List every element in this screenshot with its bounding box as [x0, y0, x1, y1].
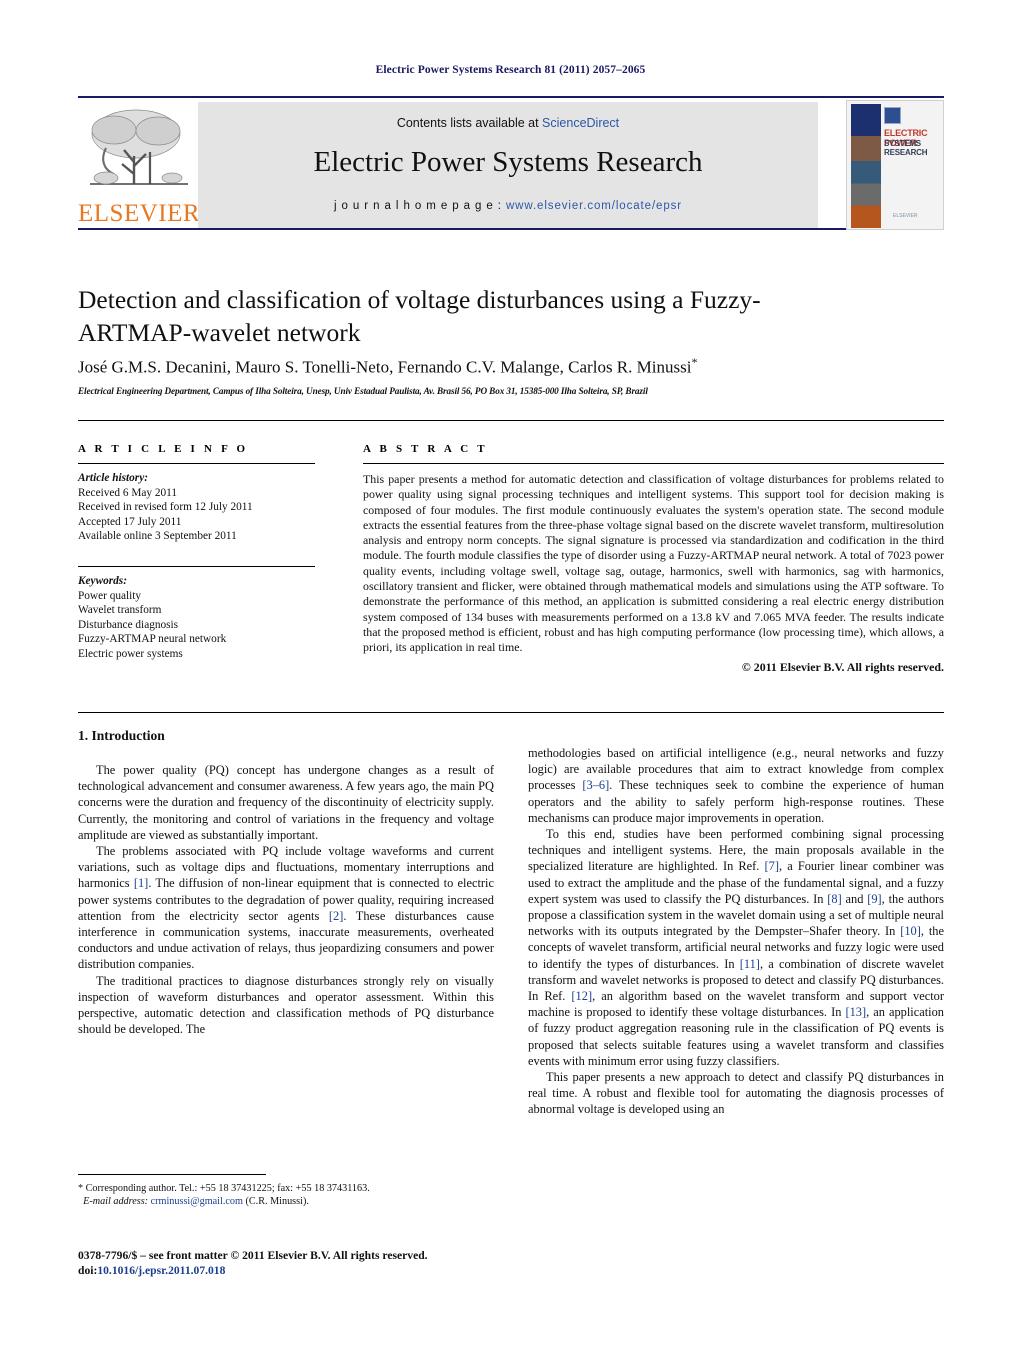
corresponding-author-note: * Corresponding author. Tel.: +55 18 374… [78, 1183, 370, 1194]
doi-label: doi: [78, 1264, 98, 1278]
keyword-item: Electric power systems [78, 647, 183, 660]
info-block-top-rule [78, 420, 944, 421]
doi-line: doi:10.1016/j.epsr.2011.07.018 [78, 1263, 508, 1278]
body-column-right: methodologies based on artificial intell… [528, 745, 944, 1118]
footnote-block: * Corresponding author. Tel.: +55 18 374… [78, 1182, 498, 1209]
keyword-item: Power quality [78, 589, 142, 602]
cover-title-line2: SYSTEMS RESEARCH [884, 139, 928, 157]
keywords-label: Keywords: [78, 574, 127, 587]
citation-link[interactable]: [10] [900, 924, 921, 938]
citation-link[interactable]: [1] [134, 876, 148, 890]
article-info-column: A R T I C L E I N F O Article history: R… [78, 443, 328, 662]
cover-publisher-label: ELSEVIER [893, 213, 918, 219]
cover-photo-strip [851, 104, 881, 228]
article-info-heading: A R T I C L E I N F O [78, 443, 249, 455]
keywords-rule [78, 565, 315, 567]
running-head: Electric Power Systems Research 81 (2011… [375, 64, 646, 76]
paragraph: methodologies based on artificial intell… [528, 746, 944, 825]
abstract-column: A B S T R A C T This paper presents a me… [363, 443, 944, 675]
article-history-block: Article history: Received 6 May 2011 Rec… [78, 471, 328, 544]
elsevier-logo: ELSEVIER [78, 102, 201, 228]
elsevier-tree-icon [90, 109, 188, 185]
section-heading-introduction: 1. Introduction [78, 728, 165, 743]
paragraph: To this end, studies have been performed… [528, 827, 945, 1068]
info-block-bottom-rule [78, 712, 944, 713]
corresponding-author-marker: * [691, 355, 698, 369]
homepage-url-link[interactable]: www.elsevier.com/locate/epsr [506, 200, 682, 212]
citation-link[interactable]: [3–6] [582, 778, 609, 792]
abstract-heading: A B S T R A C T [363, 443, 488, 455]
history-item: Received in revised form 12 July 2011 [78, 501, 253, 514]
citation-link[interactable]: [12] [571, 989, 592, 1003]
journal-title: Electric Power Systems Research [313, 146, 703, 178]
email-owner: (C.R. Minussi). [245, 1196, 309, 1208]
article-history-label: Article history: [78, 472, 148, 484]
body-column-left: The power quality (PQ) concept has under… [78, 762, 494, 1037]
paper-page: Electric Power Systems Research 81 (2011… [0, 0, 1021, 1351]
journal-cover-thumbnail[interactable]: ELECTRIC POWER SYSTEMS RESEARCH ELSEVIER [846, 100, 944, 230]
history-item: Available online 3 September 2011 [78, 530, 237, 543]
email-link[interactable]: crminussi@gmail.com [151, 1196, 243, 1207]
journal-homepage-line: j o u r n a l h o m e p a g e : www.else… [198, 200, 818, 212]
abstract-rule [363, 463, 944, 464]
author-list: José G.M.S. Decanini, Mauro S. Tonelli-N… [78, 355, 898, 378]
abstract-copyright: © 2011 Elsevier B.V. All rights reserved… [741, 659, 944, 674]
cover-emblem-icon [884, 107, 901, 124]
paragraph: The problems associated with PQ include … [78, 844, 494, 972]
issn-copyright-block: 0378-7796/$ – see front matter © 2011 El… [78, 1248, 508, 1279]
article-info-rule [78, 463, 315, 464]
history-item: Accepted 17 July 2011 [78, 515, 182, 528]
citation-link[interactable]: [2] [329, 909, 343, 923]
author-names: José G.M.S. Decanini, Mauro S. Tonelli-N… [78, 357, 692, 377]
history-item: Received 6 May 2011 [78, 486, 178, 499]
keyword-item: Fuzzy-ARTMAP neural network [78, 633, 227, 646]
sciencedirect-link[interactable]: ScienceDirect [542, 116, 619, 130]
footnote-rule [78, 1174, 266, 1175]
contents-prefix: Contents lists available at [396, 116, 543, 130]
journal-masthead: ELSEVIER Contents lists available at Sci… [78, 96, 944, 230]
citation-link[interactable]: [9] [867, 892, 881, 906]
email-label: E-mail address: [83, 1196, 149, 1208]
page-title: Detection and classification of voltage … [78, 285, 761, 347]
citation-link[interactable]: [13] [845, 1005, 866, 1019]
email-note: E-mail address: crminussi@gmail.com (C.R… [78, 1195, 498, 1208]
citation-link[interactable]: [7] [765, 859, 779, 873]
paragraph: This paper presents a new approach to de… [528, 1070, 944, 1117]
homepage-label: j o u r n a l h o m e p a g e : [333, 200, 506, 212]
paragraph: The power quality (PQ) concept has under… [78, 763, 494, 842]
keyword-item: Wavelet transform [78, 604, 162, 617]
masthead-band: Contents lists available at ScienceDirec… [198, 102, 818, 228]
issn-line: 0378-7796/$ – see front matter © 2011 El… [78, 1249, 428, 1262]
citation-link[interactable]: [8] [827, 892, 841, 906]
citation-link[interactable]: [11] [740, 957, 760, 971]
doi-link[interactable]: 10.1016/j.epsr.2011.07.018 [97, 1264, 225, 1277]
abstract-text: This paper presents a method for automat… [363, 472, 944, 655]
contents-available-line: Contents lists available at ScienceDirec… [198, 116, 818, 130]
paragraph: The traditional practices to diagnose di… [78, 973, 494, 1037]
affiliation: Electrical Engineering Department, Campu… [78, 386, 648, 396]
keywords-block: Keywords: Power quality Wavelet transfor… [78, 574, 328, 662]
elsevier-wordmark: ELSEVIER [78, 200, 201, 227]
keyword-item: Disturbance diagnosis [78, 618, 179, 631]
